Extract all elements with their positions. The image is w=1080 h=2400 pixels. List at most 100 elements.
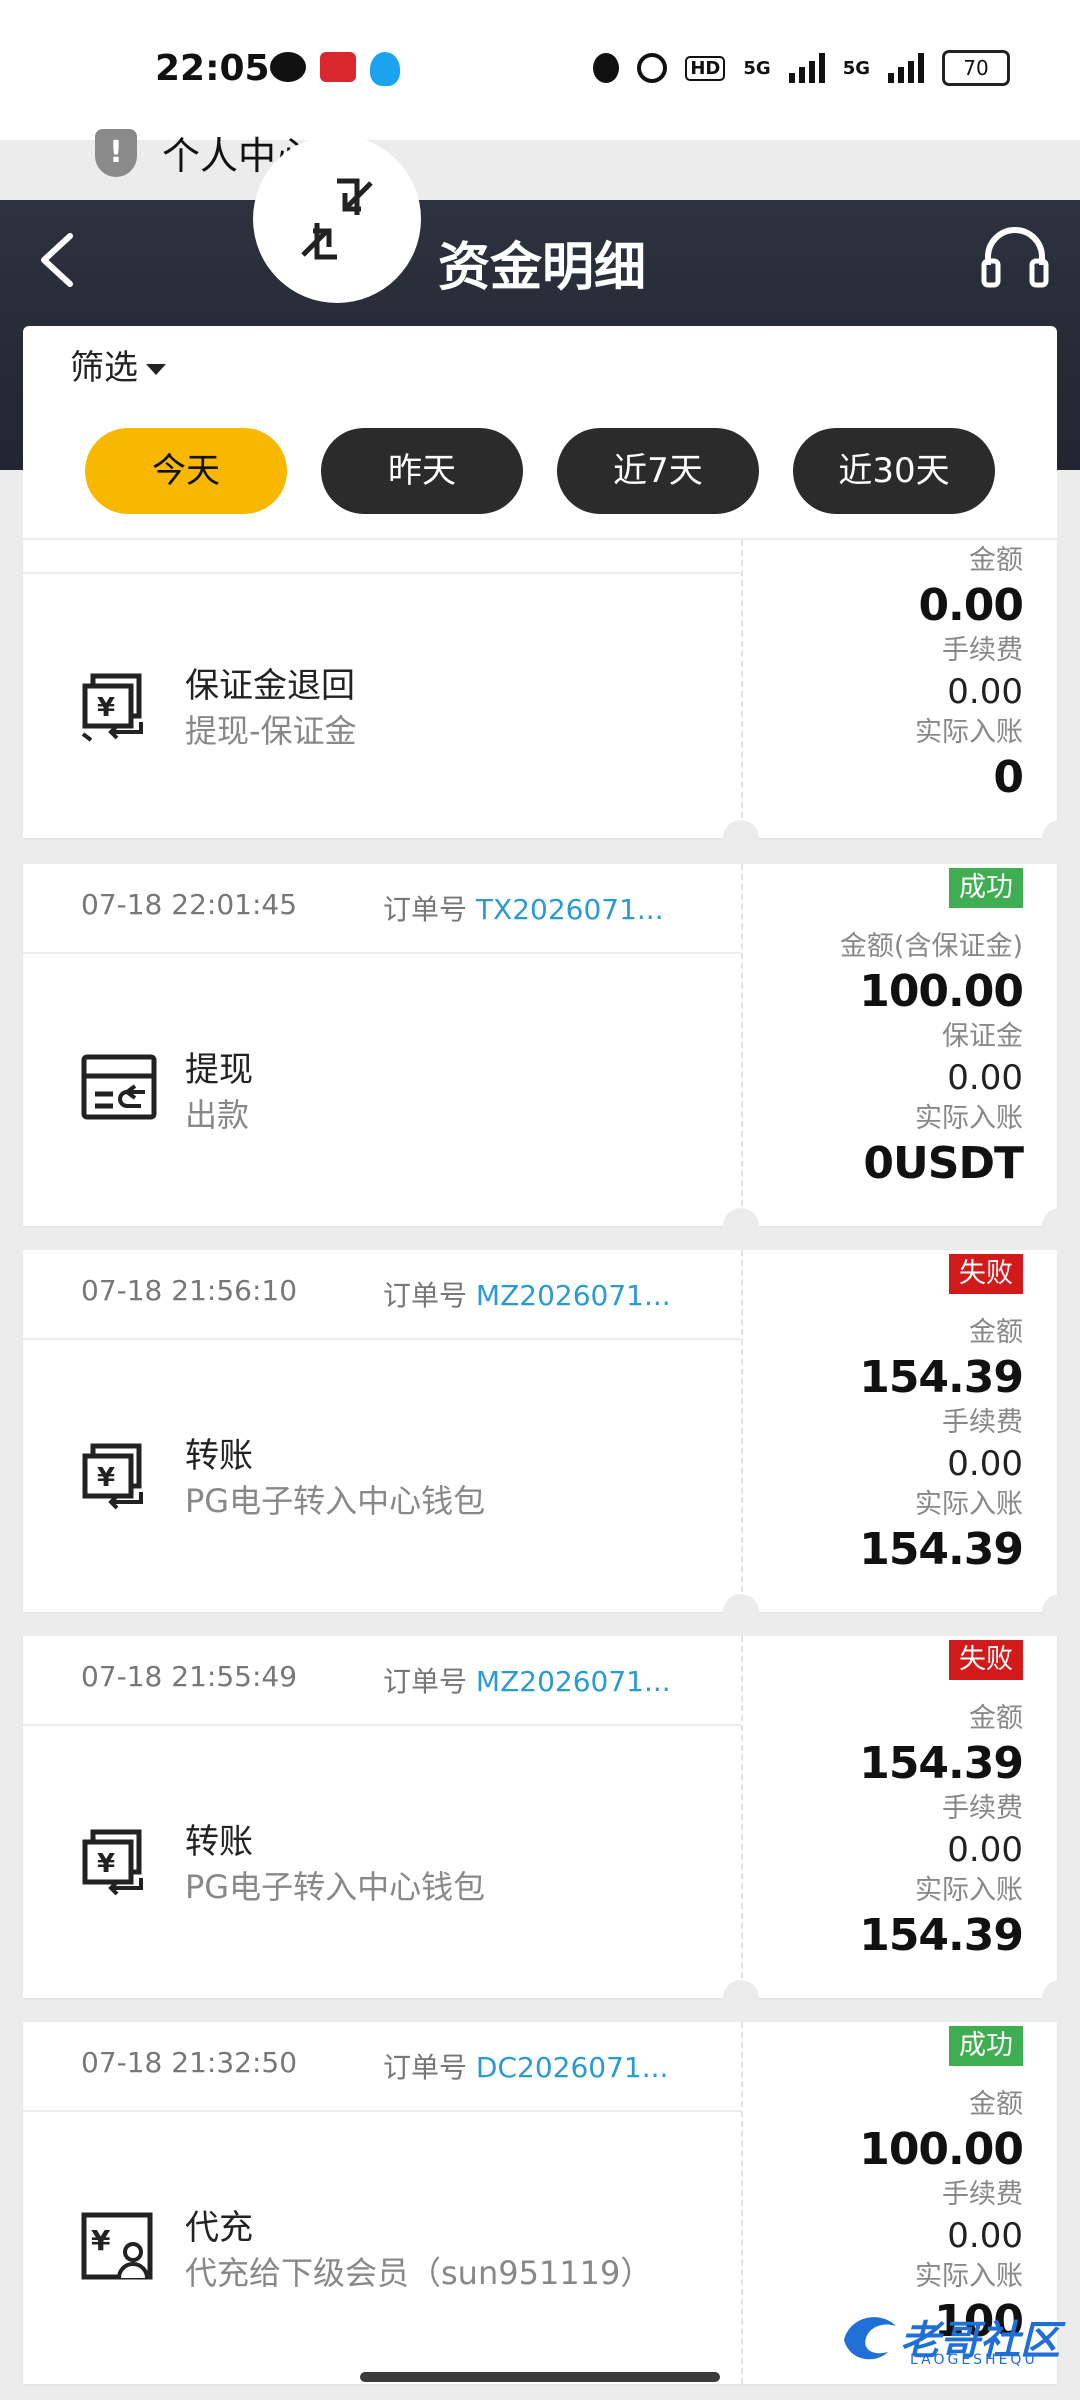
card-notch [723,1980,759,2016]
card-notch [1042,1594,1078,1630]
record-title: 转账 [185,1822,253,1862]
record-card[interactable]: 07-18 21:56:10 订单号 MZ2026071... 失败 ¥ 转账 … [23,1250,1057,1612]
record-date: 07-18 21:56:10 [81,1274,298,1307]
fee-label: 手续费 [942,635,1023,666]
fee-label: 手续费 [942,1793,1023,1824]
signal-icon-2 [888,53,924,83]
status-badge: 失败 [949,1254,1023,1294]
net-value: 154.39 [859,1524,1024,1575]
chip-yesterday[interactable]: 昨天 [321,428,523,514]
payment-app-icon [320,52,356,82]
battery-icon: 70 [942,50,1010,86]
net-value: 0USDT [863,1138,1024,1189]
wechat-icon [270,52,306,82]
card-notch [1042,820,1078,856]
amount-value: 100.00 [859,2124,1024,2175]
order-number[interactable]: 订单号 TX2026071... [383,888,664,928]
card-header: 07-18 22:01:45 订单号 TX2026071... [23,864,741,954]
net-label: 实际入账 [915,717,1023,748]
amount-block: 金额 0.00 手续费 0.00 实际入账 0 [915,544,1024,806]
watermark-subtext: LAOGESHEQU [910,2352,1038,2368]
status-bar: 22:05 HD 5G 5G 70 [0,0,1080,140]
back-chevron-icon[interactable] [30,230,82,290]
floating-collapse-button[interactable] [253,135,421,303]
chip-30days[interactable]: 近30天 [793,428,995,514]
net-label: 实际入账 [915,2261,1023,2292]
yuan-exchange-icon: ¥ [81,673,143,742]
amount-label: 金额 [969,2089,1023,2120]
yuan-exchange-icon: ¥ [82,1443,143,1510]
amount-value: 154.39 [859,1352,1024,1403]
chip-today[interactable]: 今天 [85,428,287,514]
proxy-recharge-icon: ¥ [81,2212,153,2280]
order-number[interactable]: 订单号 MZ2026071... [383,1660,671,1700]
order-number-value: MZ2026071... [475,1665,671,1698]
fee-value: 0.00 [947,2216,1023,2256]
record-title: 提现 [185,1050,253,1090]
record-subtitle: 提现-保证金 [185,712,357,750]
fee-label: 手续费 [942,1407,1023,1438]
order-label: 订单号 [383,1665,468,1698]
svg-text:¥: ¥ [97,693,115,723]
yuan-exchange-icon: ¥ [82,1829,143,1896]
shrink-arrows-icon [301,178,373,260]
chip-7days[interactable]: 近7天 [557,428,759,514]
order-number[interactable]: 订单号 DC2026071... [383,2046,668,2086]
record-subtitle: PG电子转入中心钱包 [185,1482,486,1520]
filter-panel: 筛选 今天 昨天 近7天 近30天 [23,326,1057,538]
net-label: 实际入账 [915,1103,1023,1134]
amount-block: 金额 154.39 手续费 0.00 实际入账 154.39 [859,1702,1024,1964]
record-card[interactable]: 07-18 22:01:45 订单号 TX2026071... 成功 提现 出款… [23,864,1057,1226]
amount-value: 100.00 [859,966,1024,1017]
order-number-value: MZ2026071... [475,1279,671,1312]
fee-value: 0.00 [947,672,1023,712]
order-number-value: DC2026071... [475,2051,669,2084]
alarm-icon [637,53,668,83]
status-badge: 成功 [949,868,1023,908]
dragon-logo-icon [844,2317,896,2360]
amount-label: 金额 [969,545,1023,576]
status-badge: 成功 [949,2026,1023,2066]
card-divider [741,2022,743,2384]
hd-icon: HD [685,55,726,81]
amount-label: 金额 [969,1317,1023,1348]
watermark-logo: 老哥社区 LAOGESHEQU [840,2300,1070,2370]
svg-text:¥: ¥ [97,1849,115,1879]
record-card[interactable]: 07-18 21:55:49 订单号 MZ2026071... 失败 ¥ 转账 … [23,1636,1057,1998]
filter-dropdown[interactable]: 筛选 [70,340,166,389]
card-notch [1042,1980,1078,2016]
record-title: 转账 [185,1436,253,1476]
record-date: 07-18 21:32:50 [81,2046,298,2079]
card-notch [723,1208,759,1244]
fee-label: 手续费 [942,2179,1023,2210]
customer-service-headset-icon[interactable] [980,225,1050,289]
order-label: 订单号 [383,893,468,926]
amount-value: 154.39 [859,1738,1024,1789]
net-value: 0 [993,752,1024,803]
home-indicator[interactable] [360,2372,720,2382]
record-subtitle: PG电子转入中心钱包 [185,1868,486,1906]
status-right-icons: HD 5G 5G 70 [593,50,1010,86]
net-label: 实际入账 [915,1489,1023,1520]
water-drop-icon [593,53,620,83]
net-value: 154.39 [859,1910,1024,1961]
record-date: 07-18 21:55:49 [81,1660,298,1693]
record-title: 代充 [185,2208,253,2248]
card-notch [723,1594,759,1630]
record-card[interactable]: ¥ 保证金退回 提现-保证金 金额 0.00 手续费 0.00 实际入账 0 [23,540,1057,838]
svg-text:¥: ¥ [97,1463,115,1493]
order-number[interactable]: 订单号 MZ2026071... [383,1274,671,1314]
record-title: 保证金退回 [185,666,355,706]
page-title: 资金明细 [438,238,647,298]
network-5g-label-1: 5G [743,57,771,79]
network-5g-label-2: 5G [842,57,870,79]
net-label: 实际入账 [915,1875,1023,1906]
record-subtitle: 出款 [185,1096,250,1134]
shield-alert-icon: ! [95,128,137,177]
record-date: 07-18 22:01:45 [81,888,298,921]
withdraw-card-icon [81,1054,157,1120]
card-header: 07-18 21:56:10 订单号 MZ2026071... [23,1250,741,1340]
signal-icon-1 [788,53,825,83]
card-header: 07-18 21:32:50 订单号 DC2026071... [23,2022,741,2112]
qq-icon [370,52,400,86]
